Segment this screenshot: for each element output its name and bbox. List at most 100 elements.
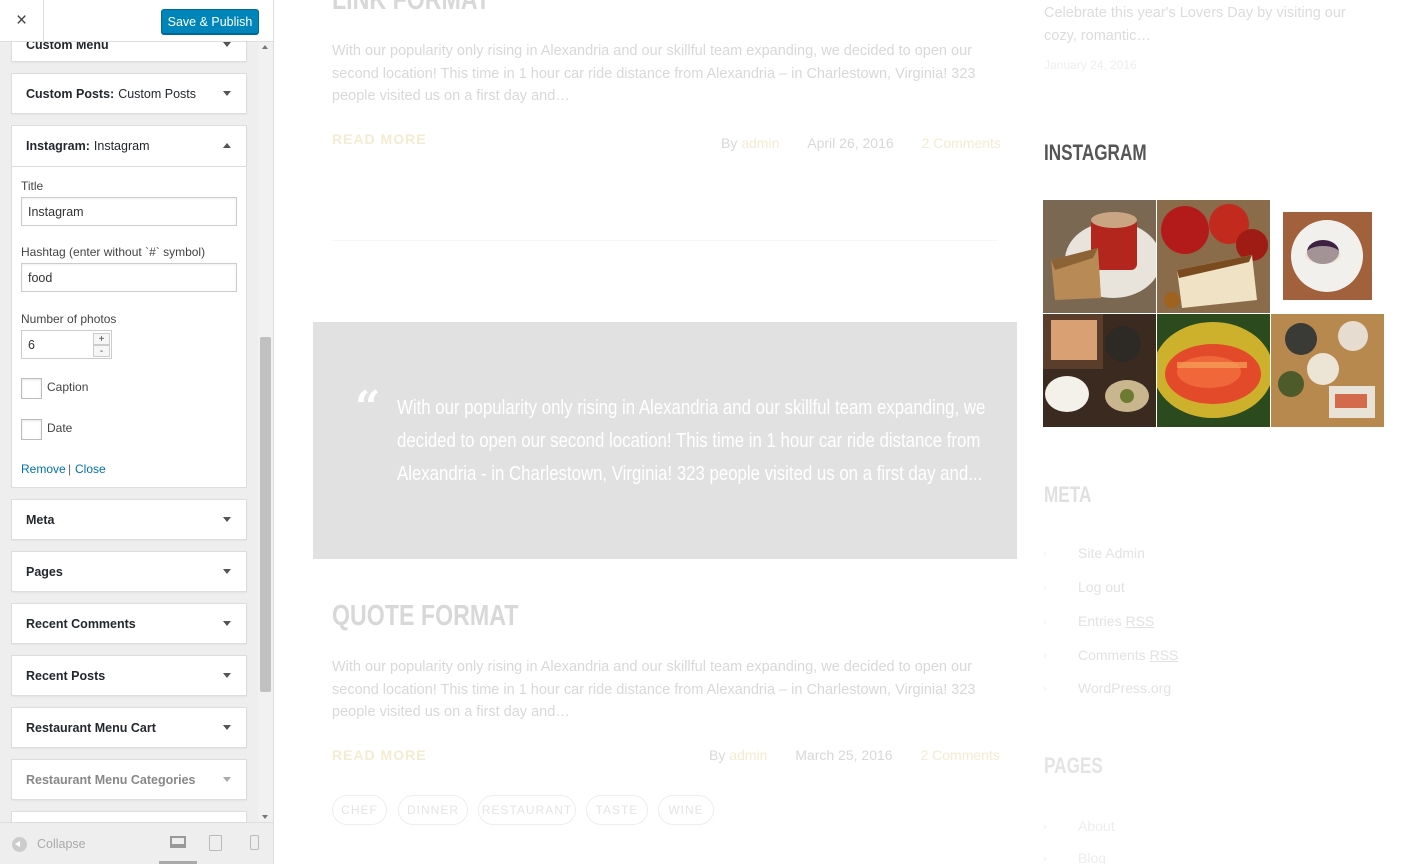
instagram-photo[interactable] (1157, 314, 1270, 427)
post-title[interactable]: QUOTE FORMAT (332, 600, 518, 633)
bullet-icon: › (1043, 821, 1047, 833)
title-label: Title (21, 179, 44, 193)
date-label: Date (47, 421, 73, 435)
widget-restaurant-menu-categories[interactable]: Restaurant Menu Categories (11, 759, 247, 800)
widget-instance-title: Custom Posts (118, 86, 197, 101)
bullet-icon: › (1043, 548, 1047, 560)
tag-chip[interactable]: DINNER (398, 795, 468, 825)
close-button[interactable]: × (0, 0, 44, 42)
widget-restaurant-menu-cart[interactable]: Restaurant Menu Cart (11, 707, 247, 748)
remove-link[interactable]: Remove (21, 462, 66, 476)
meta-widget-title: META (1044, 482, 1092, 507)
customizer-sidebar: Custom Menu Custom Posts: Custom Posts In… (0, 0, 274, 864)
collapse-button[interactable]: Collapse (37, 837, 86, 851)
bullet-icon: › (1043, 853, 1047, 864)
chevron-down-icon (223, 90, 231, 96)
comments-link[interactable]: 2 Comments (920, 747, 999, 763)
by-label: By (709, 747, 726, 763)
quote-text: With our popularity only rising in Alexa… (397, 397, 986, 485)
chevron-down-icon (223, 516, 231, 522)
widget-pages[interactable]: Pages (11, 551, 247, 592)
tablet-preview-icon[interactable] (209, 835, 222, 851)
meta-link-label: Comments (1078, 647, 1146, 663)
post-title[interactable]: LINK FORMAT (332, 0, 490, 17)
pages-link-about[interactable]: About (1078, 818, 1115, 834)
customizer-footer: Collapse (0, 822, 273, 864)
instagram-photo[interactable] (1271, 200, 1384, 313)
tag-chip[interactable]: WINE (658, 795, 714, 825)
bullet-icon: › (1043, 650, 1047, 662)
post-divider (332, 240, 998, 241)
read-more-link[interactable]: READ MORE (332, 747, 427, 763)
widget-meta[interactable]: Meta (11, 499, 247, 540)
widget-title: Restaurant Menu Categories (26, 772, 196, 787)
chevron-down-icon (223, 724, 231, 730)
comments-link[interactable]: 2 Comments (922, 135, 1001, 151)
title-input[interactable]: Instagram (21, 197, 237, 226)
scroll-down-arrow-icon[interactable] (262, 815, 268, 819)
widget-custom-menu[interactable]: Custom Menu (11, 42, 247, 62)
increment-button[interactable]: + (93, 333, 110, 345)
by-label: By (721, 135, 738, 151)
chevron-down-icon (223, 568, 231, 574)
widget-instance-title: Instagram (93, 139, 150, 153)
widget-recent-comments[interactable]: Recent Comments (11, 603, 247, 644)
meta-link-site-admin[interactable]: Site Admin (1078, 545, 1145, 561)
widget-title: Instagram: Instagram (26, 126, 150, 166)
widget-title: Recent Posts (26, 668, 106, 683)
desktop-preview-icon[interactable] (170, 836, 186, 848)
instagram-photo[interactable] (1043, 314, 1156, 427)
save-publish-button[interactable]: Save & Publish (161, 9, 259, 34)
post-excerpt: With our popularity only rising in Alexa… (332, 659, 976, 720)
meta-link-entries-rss[interactable]: Entries RSS (1078, 613, 1154, 629)
post-date: March 25, 2016 (795, 747, 893, 763)
decrement-button[interactable]: - (93, 345, 110, 357)
caption-label: Caption (47, 380, 89, 394)
hashtag-label: Hashtag (enter without `#` symbol) (21, 245, 206, 259)
instagram-feed (1043, 200, 1384, 427)
quote-block: “ With our popularity only rising in Ale… (313, 322, 1017, 559)
pages-widget-title: PAGES (1044, 753, 1103, 778)
instagram-widget-title: INSTAGRAM (1044, 140, 1147, 165)
widget-title: Restaurant Menu Cart (26, 720, 156, 735)
author-link[interactable]: admin (741, 135, 779, 151)
rss-abbr: RSS (1125, 613, 1155, 629)
widget-instagram[interactable]: Instagram: Instagram (11, 125, 247, 166)
tag-chip[interactable]: TASTE (586, 795, 648, 825)
meta-link-label: Entries (1078, 613, 1122, 629)
link-separator: | (68, 462, 72, 476)
quote-icon: “ (355, 382, 381, 433)
read-more-link[interactable]: READ MORE (332, 131, 427, 147)
widget-next[interactable] (11, 811, 247, 822)
tag-chip[interactable]: RESTAURANT (478, 795, 576, 825)
bullet-icon: › (1043, 616, 1047, 628)
rss-abbr: RSS (1149, 647, 1179, 663)
instagram-photo[interactable] (1157, 200, 1270, 313)
pages-link-blog[interactable]: Blog (1078, 850, 1106, 864)
widget-custom-posts[interactable]: Custom Posts: Custom Posts (11, 73, 247, 114)
date-checkbox[interactable] (21, 419, 42, 440)
chevron-down-icon (223, 620, 231, 626)
sidebar-scrollbar[interactable] (258, 42, 273, 822)
collapse-arrow-icon[interactable] (12, 837, 27, 852)
chevron-down-icon (223, 42, 231, 47)
instagram-photo[interactable] (1271, 314, 1384, 427)
tag-chip[interactable]: CHEF (332, 795, 387, 825)
hashtag-input[interactable]: food (21, 263, 237, 292)
meta-link-log-out[interactable]: Log out (1078, 579, 1125, 595)
close-link[interactable]: Close (75, 462, 106, 476)
widget-recent-posts[interactable]: Recent Posts (11, 655, 247, 696)
meta-link-wordpress[interactable]: WordPress.org (1078, 680, 1171, 696)
widget-title: Custom Menu (26, 42, 109, 52)
post-meta: By admin April 26, 2016 2 Comments (721, 135, 1001, 151)
instagram-widget-form: Title Instagram Hashtag (enter without `… (11, 166, 247, 488)
scrollbar-thumb[interactable] (260, 337, 271, 692)
meta-link-comments-rss[interactable]: Comments RSS (1078, 647, 1178, 663)
author-link[interactable]: admin (729, 747, 767, 763)
customizer-header: × Save & Publish (0, 0, 273, 42)
instagram-photo[interactable] (1043, 200, 1156, 313)
caption-checkbox[interactable] (21, 378, 42, 399)
mobile-preview-icon[interactable] (250, 835, 259, 850)
widget-type: Custom Posts: (26, 86, 115, 101)
scroll-up-arrow-icon[interactable] (262, 45, 268, 49)
